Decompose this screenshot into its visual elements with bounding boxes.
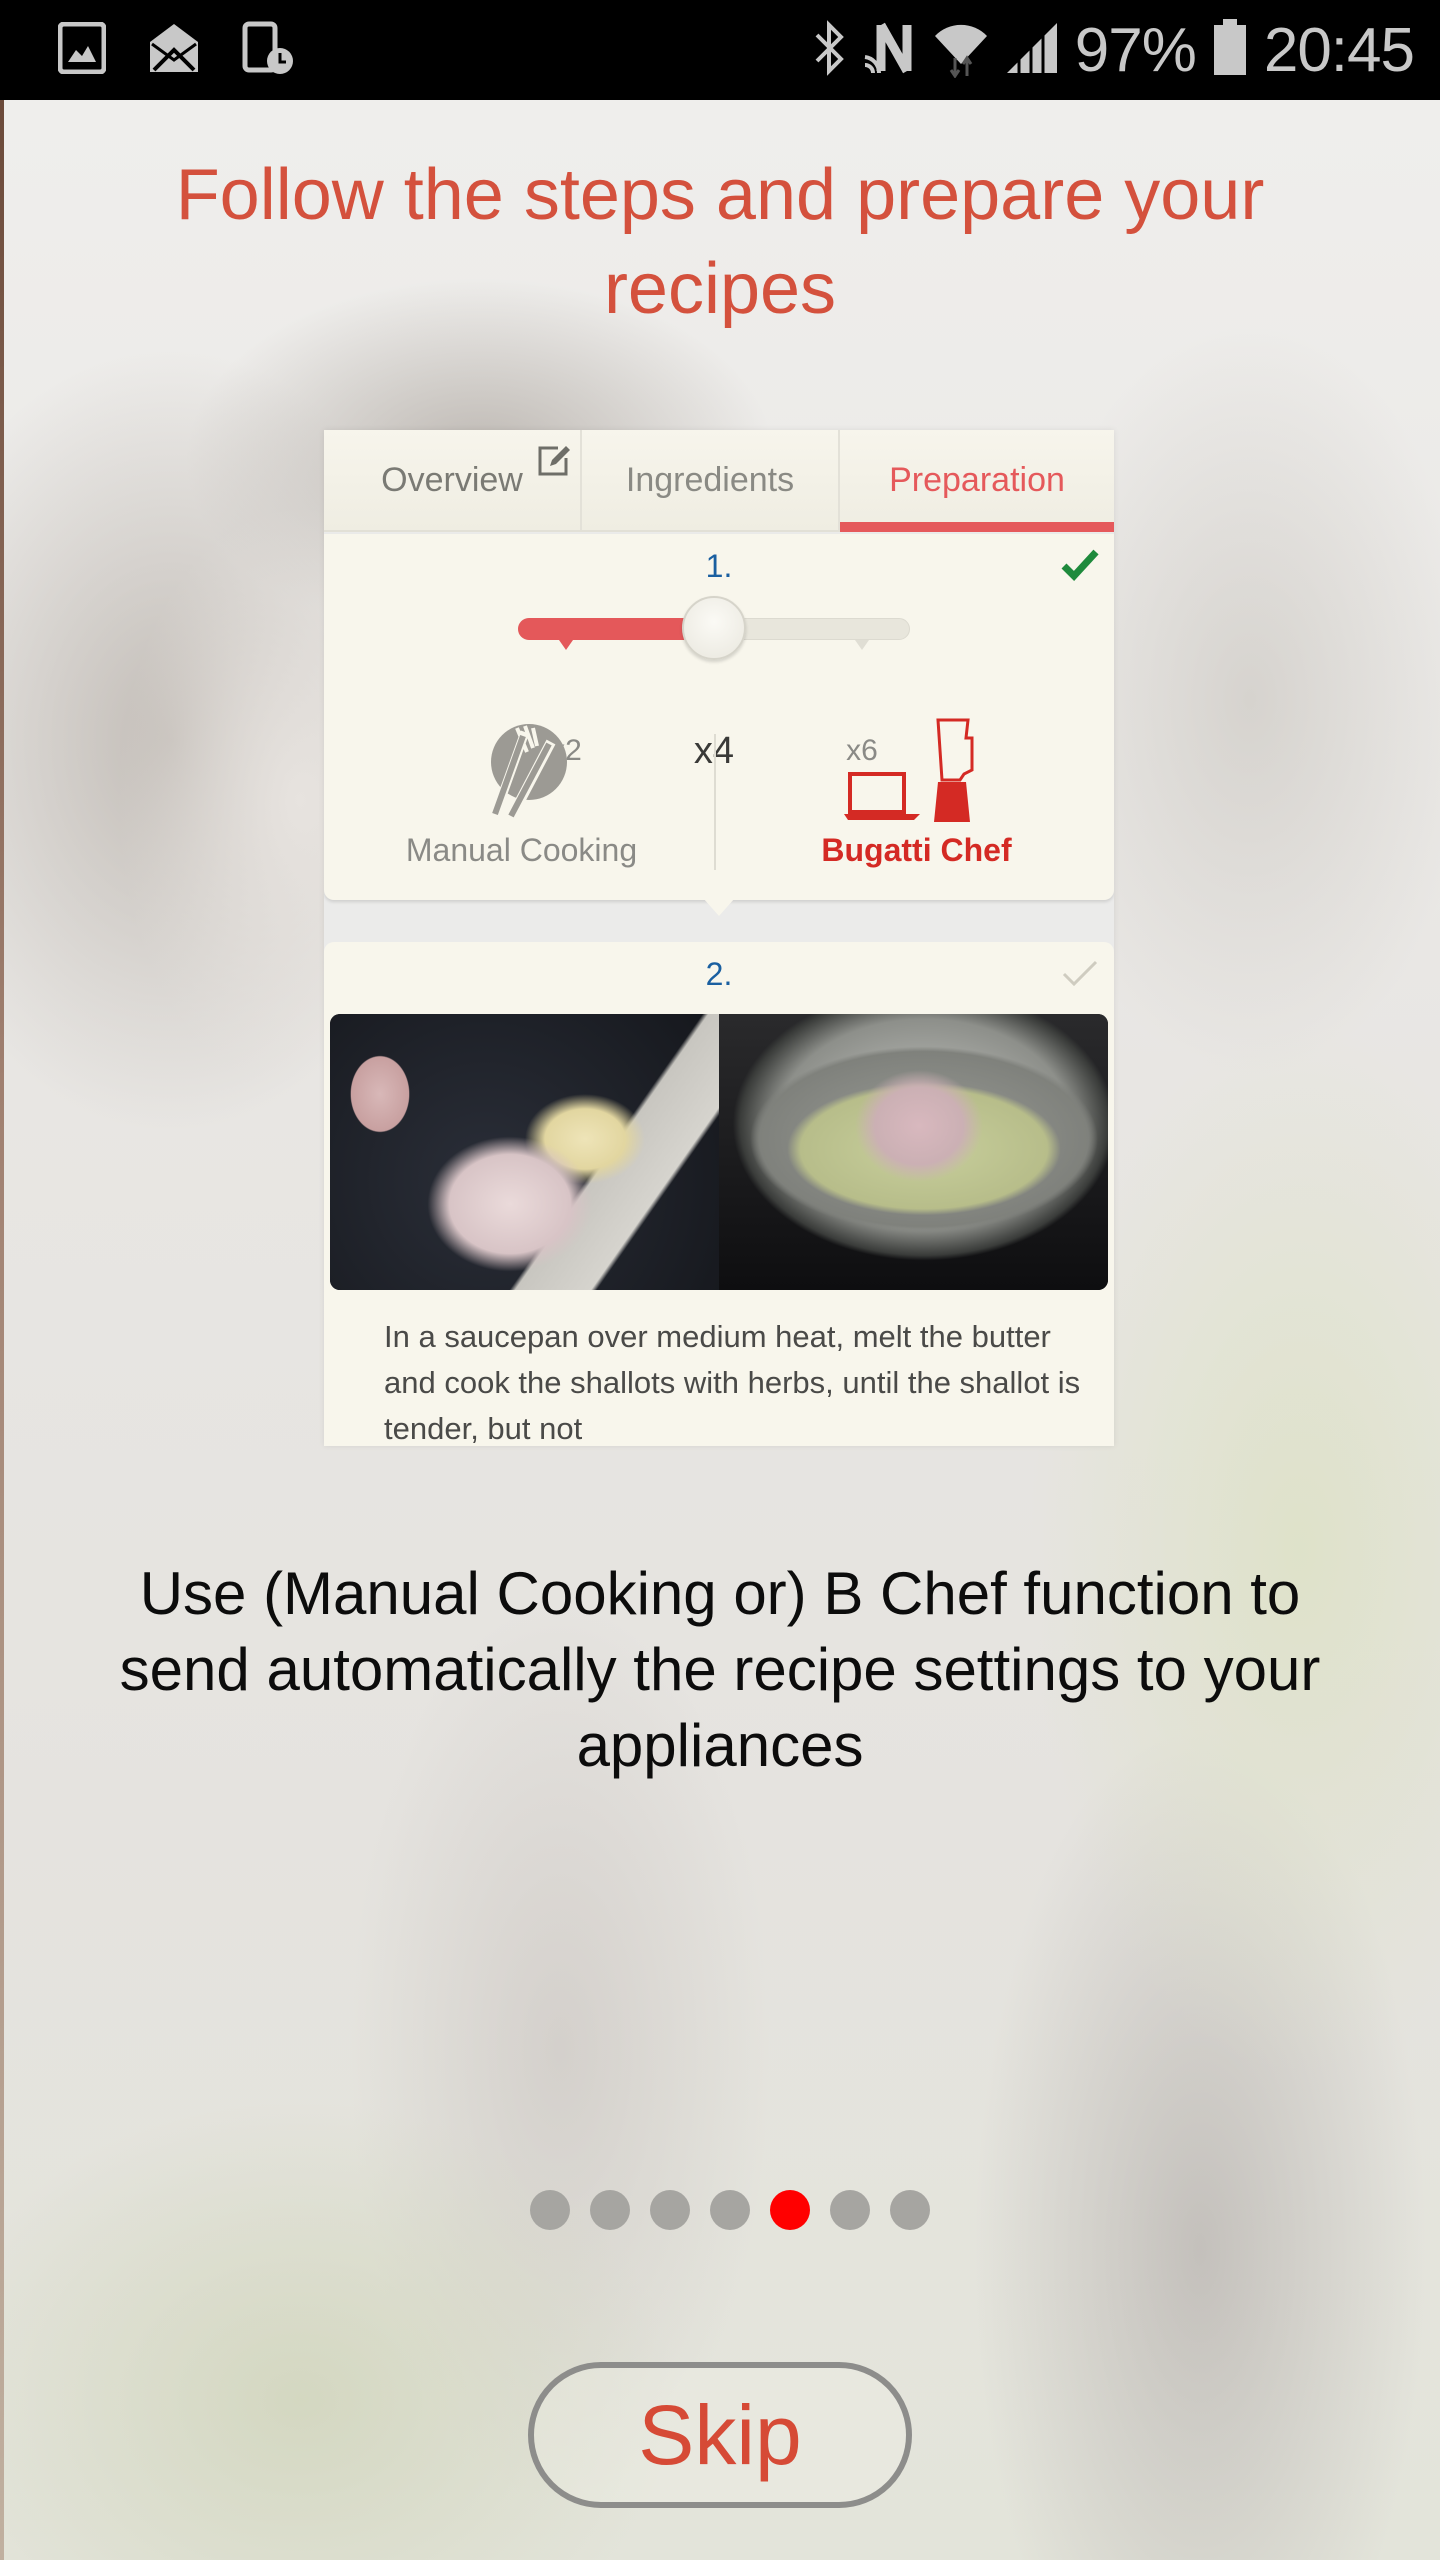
- page-dot[interactable]: [530, 2190, 570, 2230]
- laptop-blender-icon: [842, 714, 992, 826]
- battery-percent: 97%: [1074, 15, 1197, 85]
- step-1-number: 1.: [705, 548, 733, 584]
- clock: 20:45: [1263, 15, 1415, 85]
- nfc-icon: [863, 19, 917, 82]
- check-pending-icon[interactable]: [1060, 958, 1100, 993]
- step-2-panel: 2. In a saucepan over medium heat, melt …: [324, 942, 1114, 1446]
- mode-divider: [714, 734, 716, 870]
- page-dot[interactable]: [830, 2190, 870, 2230]
- background-edge: [0, 100, 4, 2560]
- feature-description: Use (Manual Cooking or) B Chef function …: [119, 1560, 1321, 1779]
- tab-overview-label: Overview: [381, 460, 523, 499]
- page-title: Follow the steps and prepare your recipe…: [175, 155, 1265, 329]
- gallery-notification-icon: [57, 21, 107, 79]
- recipe-tabs: Overview Ingredients Preparation: [324, 430, 1114, 532]
- page-dot[interactable]: [710, 2190, 750, 2230]
- cellular-signal-icon: [1005, 21, 1059, 80]
- page-dot[interactable]: [590, 2190, 630, 2230]
- tab-preparation[interactable]: Preparation: [840, 430, 1114, 532]
- slider-thumb[interactable]: [682, 596, 746, 660]
- tab-overview[interactable]: Overview: [324, 430, 582, 530]
- manual-cooking-option[interactable]: Manual Cooking: [324, 714, 719, 874]
- edit-icon: [536, 444, 570, 487]
- status-bar-notifications: [57, 20, 334, 81]
- check-complete-icon[interactable]: [1060, 548, 1100, 587]
- page-indicator: [530, 2190, 930, 2230]
- step-2-photos: [330, 1014, 1108, 1290]
- page-dot-active[interactable]: [770, 2190, 810, 2230]
- tab-ingredients[interactable]: Ingredients: [582, 430, 840, 530]
- manual-cooking-label: Manual Cooking: [405, 832, 638, 868]
- slider-tick: [855, 640, 869, 650]
- bugatti-chef-label: Bugatti Chef: [821, 832, 1012, 868]
- shallots-in-saucepan-photo: [719, 1014, 1108, 1290]
- device-schedule-icon: [242, 21, 294, 80]
- tab-preparation-label: Preparation: [889, 460, 1065, 499]
- step-pointer: [703, 898, 735, 916]
- bugatti-chef-option[interactable]: Bugatti Chef: [719, 714, 1114, 874]
- status-bar-system: 97% 20:45: [795, 15, 1415, 86]
- page-dot[interactable]: [650, 2190, 690, 2230]
- bluetooth-icon: [811, 19, 847, 82]
- step-2-instructions: In a saucepan over medium heat, melt the…: [384, 1319, 1081, 1446]
- battery-icon: [1212, 18, 1248, 82]
- servings-slider[interactable]: x2 x4 x6: [518, 596, 910, 772]
- step-2-number: 2.: [705, 956, 733, 992]
- step-1-panel: 1. x2 x4 x6 Manual Cooking Bugatti Chef: [324, 534, 1114, 900]
- email-notification-icon: [146, 20, 202, 81]
- tab-ingredients-label: Ingredients: [625, 460, 795, 499]
- chopped-shallots-photo: [330, 1014, 719, 1290]
- slider-tick: [559, 640, 573, 650]
- recipe-preview-card: Overview Ingredients Preparation 1. x2 x…: [324, 430, 1114, 1446]
- wifi-icon: [933, 18, 989, 83]
- page-dot[interactable]: [890, 2190, 930, 2230]
- status-bar: 97% 20:45: [0, 0, 1440, 100]
- skip-button[interactable]: Skip: [528, 2362, 912, 2508]
- cutlery-plate-icon: [477, 714, 567, 826]
